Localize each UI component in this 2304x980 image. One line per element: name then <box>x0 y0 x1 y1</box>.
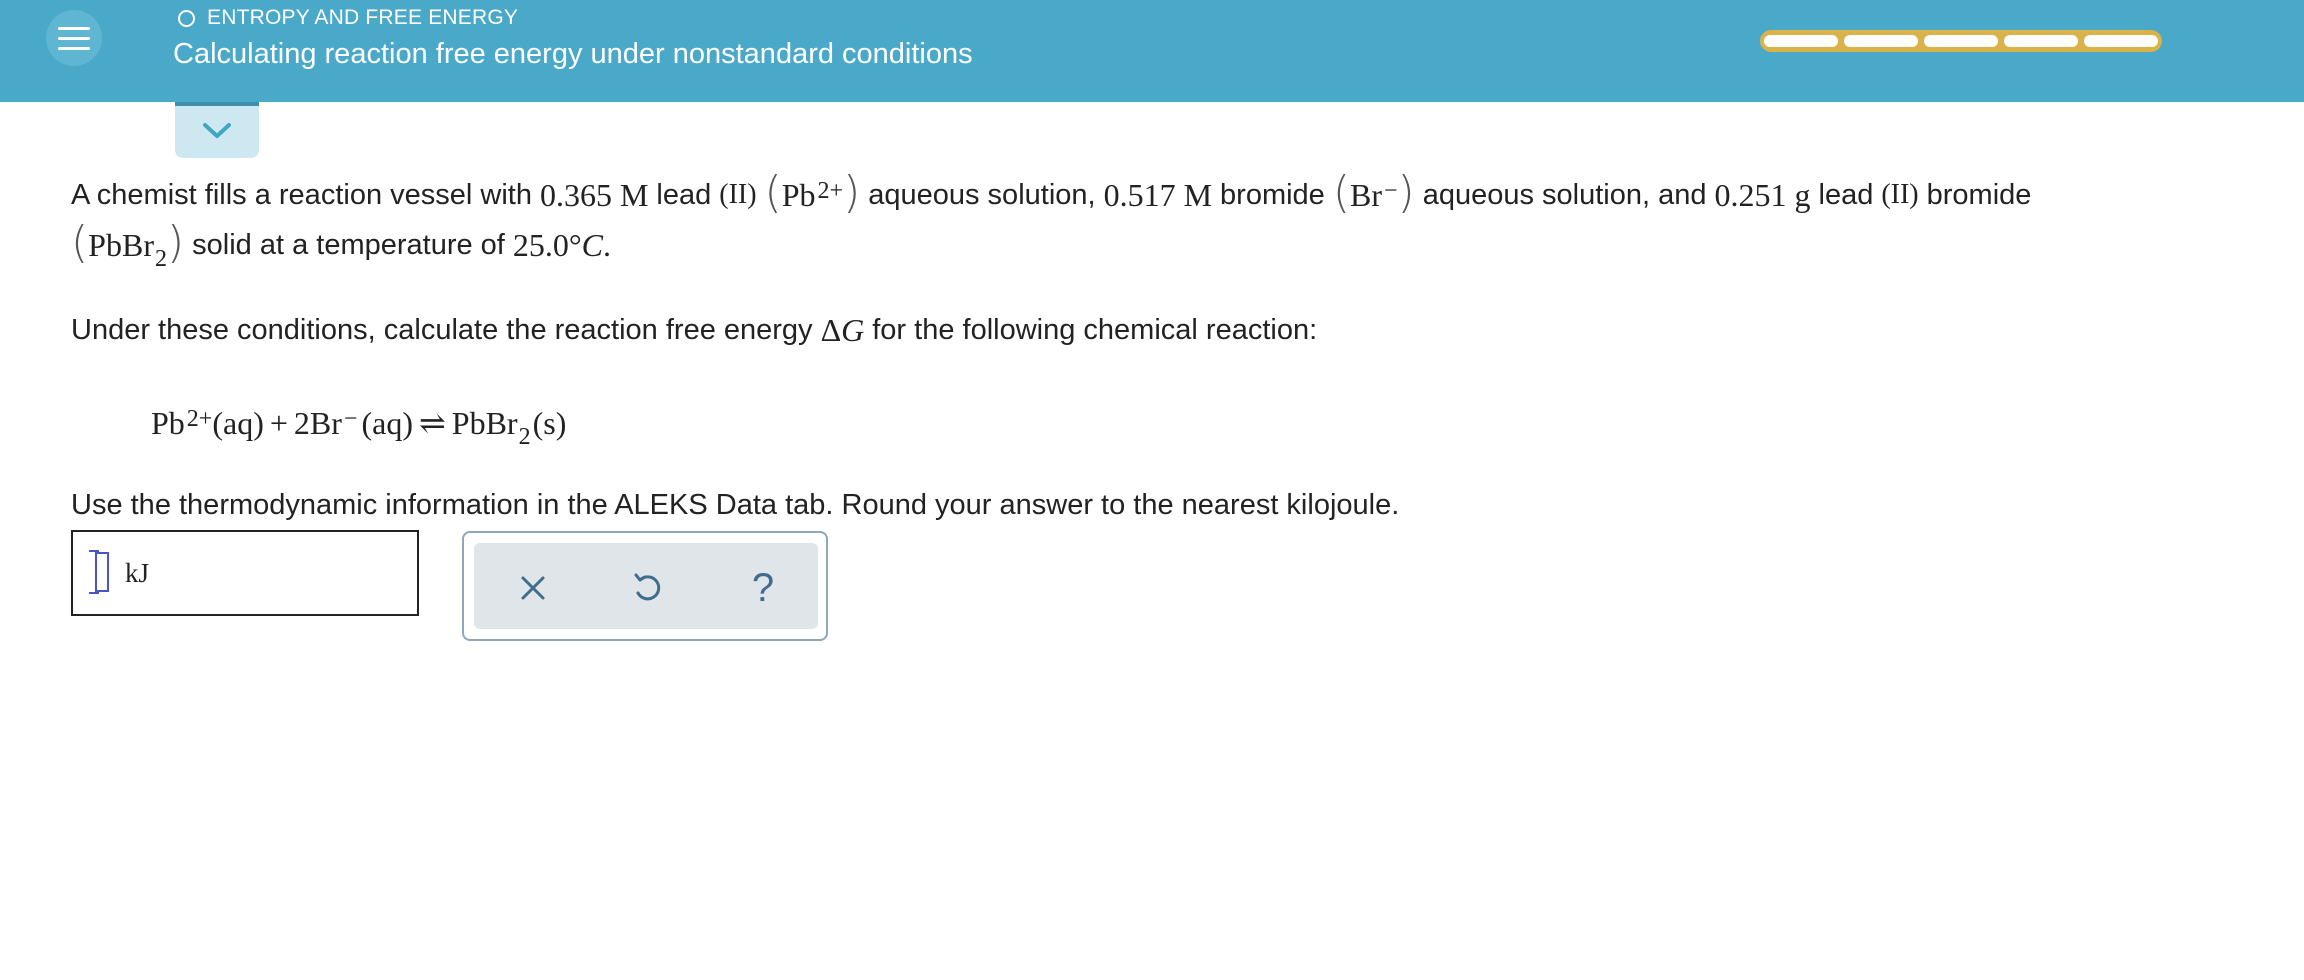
problem-line-4: Use the thermodynamic information in the… <box>71 488 1400 521</box>
reactant-lead-ion: Pb2+ <box>151 405 212 442</box>
answer-field[interactable]: kJ <box>71 530 419 616</box>
clear-button[interactable] <box>508 563 558 613</box>
formula-text: Pb <box>151 404 185 441</box>
paren-open: ( <box>71 217 89 268</box>
unit-molar: M <box>1183 176 1213 213</box>
close-icon <box>521 576 545 600</box>
cursor-tick <box>89 592 99 594</box>
progress-segment <box>1844 35 1918 47</box>
text: Under these conditions, calculate the re… <box>71 313 813 346</box>
text: lead <box>656 178 712 211</box>
delta-symbol: Δ <box>820 311 842 348</box>
charge: − <box>1383 177 1398 204</box>
paren-close: ) <box>166 217 185 268</box>
paren-close: ) <box>843 167 861 218</box>
text: bromide <box>1220 178 1325 211</box>
problem-line-3: Under these conditions, calculate the re… <box>71 305 1317 355</box>
lead-ion-formula: Pb2+ <box>782 177 843 214</box>
undo-icon <box>634 573 661 601</box>
question-mark-icon: ? <box>751 565 775 610</box>
paren-open: ( <box>764 167 782 218</box>
temperature-unit: C <box>581 226 604 263</box>
subscript: 2 <box>154 245 167 272</box>
charge: − <box>343 405 358 432</box>
unit-gram: g <box>1794 176 1811 213</box>
text: solid at a temperature of <box>192 228 505 261</box>
text: for the following chemical reaction: <box>872 313 1318 346</box>
formula-text: Pb <box>781 176 816 213</box>
cursor-tick <box>89 550 99 552</box>
unit-label: kJ <box>125 558 150 588</box>
topic-label: ENTROPY AND FREE ENERGY <box>207 6 519 29</box>
subscript: 2 <box>518 423 531 450</box>
equilibrium-arrow: ⇌ <box>418 405 446 441</box>
charge: 2+ <box>817 177 844 204</box>
topic-circle-icon <box>178 9 195 27</box>
concentration-1: 0.365 <box>539 176 612 213</box>
text: bromide <box>1926 178 2032 211</box>
bromide-ion-formula: Br− <box>1350 177 1398 214</box>
progress-segment <box>1764 35 1838 47</box>
answer-tools-panel: ? <box>462 531 828 641</box>
paren-open: ( <box>1332 167 1350 218</box>
text: lead <box>1818 178 1874 211</box>
state-aq: (aq) <box>361 404 413 441</box>
text-cursor <box>95 552 109 592</box>
text: aqueous solution, <box>868 178 1096 211</box>
problem-line-2: ( PbBr2 ) solid at a temperature of 25.0… <box>71 210 611 280</box>
formula-text: PbBr <box>88 226 154 263</box>
top-bar: ENTROPY AND FREE ENERGY Calculating reac… <box>0 0 2304 102</box>
help-button[interactable]: ? <box>738 563 788 613</box>
menu-button[interactable] <box>46 10 102 66</box>
free-energy-symbol: G <box>841 311 865 348</box>
temperature-value: 25.0° <box>512 226 582 263</box>
mass-value: 0.251 <box>1714 176 1787 213</box>
state-aq: (aq) <box>212 404 264 441</box>
charge: 2+ <box>186 405 213 432</box>
oxidation-state: (II) <box>1881 179 1919 210</box>
coefficient: 2 <box>293 404 310 441</box>
progress-segment <box>2004 35 2078 47</box>
answer-tools: ? <box>474 543 818 629</box>
reactant-bromide-ion: Br− <box>310 405 358 442</box>
formula-text: Br <box>1349 176 1382 213</box>
period: . <box>603 226 612 263</box>
undo-button[interactable] <box>622 563 672 613</box>
unit-molar: M <box>619 176 649 213</box>
plus-sign: + <box>269 404 288 441</box>
chevron-down-icon <box>203 123 231 138</box>
topic-row[interactable]: ENTROPY AND FREE ENERGY <box>178 6 518 30</box>
page-title: Calculating reaction free energy under n… <box>173 38 973 70</box>
oxidation-state: (II) <box>719 179 757 210</box>
reaction-equation: Pb2+ (aq) + 2 Br− (aq) ⇌ PbBr2 (s) <box>151 388 566 458</box>
lead-bromide-formula: PbBr2 <box>88 226 167 272</box>
state-s: (s) <box>532 404 567 441</box>
formula-text: Br <box>309 404 342 441</box>
progress-segment <box>1924 35 1998 47</box>
progress-bar <box>1760 30 2162 52</box>
product-lead-bromide: PbBr2 <box>451 404 531 450</box>
concentration-2: 0.517 <box>1103 176 1176 213</box>
text: aqueous solution, and <box>1422 178 1707 211</box>
formula-text: PbBr <box>451 404 518 441</box>
paren-close: ) <box>1397 167 1415 218</box>
text: A chemist fills a reaction vessel with <box>71 178 532 211</box>
progress-segment <box>2084 35 2158 47</box>
collapse-toggle[interactable] <box>175 102 259 158</box>
